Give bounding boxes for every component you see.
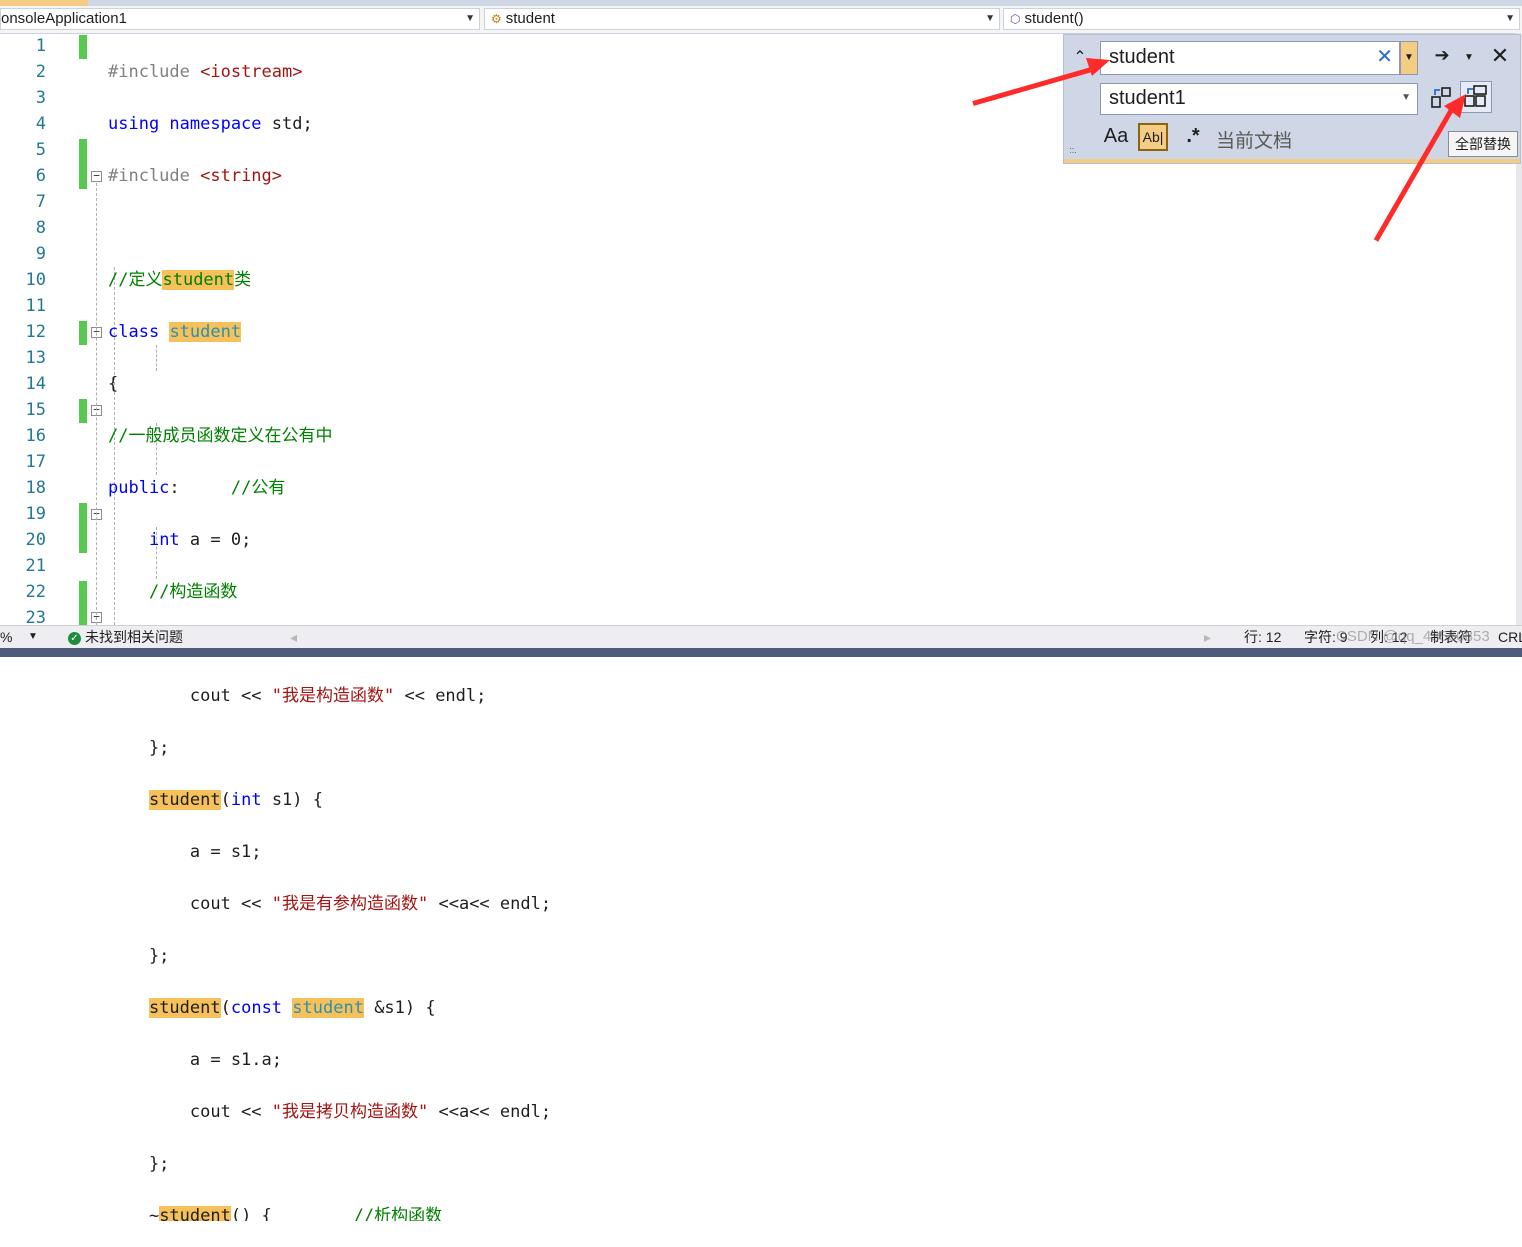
find-input-value: student	[1109, 46, 1175, 68]
code-line: //一般成员函数定义在公有中	[108, 426, 333, 446]
code-line: };	[108, 1154, 170, 1174]
clear-icon[interactable]: ✕	[1376, 42, 1393, 72]
match-case-toggle[interactable]: Aa	[1102, 125, 1130, 148]
zoom-level[interactable]: %	[0, 626, 12, 648]
change-indicator	[79, 503, 87, 553]
check-circle-icon: ✓	[68, 631, 81, 645]
line-number: 6	[35, 166, 46, 186]
code-line: student(int s1) {	[148, 790, 323, 810]
code-line: cout << "我是拷贝构造函数" <<a<< endl;	[108, 1102, 552, 1122]
line-number: 10	[25, 270, 46, 290]
line-number: 15	[25, 400, 46, 420]
line-number: 21	[25, 556, 46, 576]
line-number: 19	[25, 504, 46, 524]
code-line: a = s1;	[108, 842, 262, 862]
code-line: public: //公有	[108, 478, 286, 498]
issues-text: 未找到相关问题	[85, 629, 183, 645]
line-number: 14	[25, 374, 46, 394]
code-line: //定义student类	[108, 270, 252, 290]
replace-input-value: student1	[1109, 87, 1186, 109]
code-line: class student	[108, 322, 242, 342]
search-scope-selector[interactable]: 当前文档	[1216, 126, 1306, 153]
annotation-arrowhead	[1444, 94, 1466, 118]
code-line: #include <iostream>	[108, 62, 303, 82]
change-indicator	[79, 581, 87, 625]
resize-grip[interactable]: ::.	[1066, 145, 1080, 155]
line-number: 22	[25, 582, 46, 602]
regex-toggle[interactable]: .*	[1180, 125, 1206, 148]
code-line: cout << "我是有参构造函数" <<a<< endl;	[108, 894, 552, 914]
class-icon: ⚙	[491, 12, 502, 26]
line-number: 18	[25, 478, 46, 498]
line-number: 12	[25, 322, 46, 342]
line-number: 20	[25, 530, 46, 550]
chevron-down-icon: ▼	[465, 13, 475, 24]
member-scope-dropdown[interactable]: ⬡ student() ▼	[1003, 8, 1520, 30]
code-line: ~student() { //析构函数	[108, 1203, 551, 1221]
line-number: 7	[35, 192, 46, 212]
line-number: 5	[35, 140, 46, 160]
change-indicator	[79, 139, 87, 189]
code-line: using namespace std;	[108, 114, 313, 134]
code-line: cout << "我是构造函数" << endl;	[108, 686, 487, 706]
code-line: a = s1.a;	[108, 1050, 282, 1070]
code-line: student(const student &s1) {	[148, 998, 436, 1018]
find-options-chevron-icon[interactable]: ▼	[1460, 45, 1478, 71]
method-icon: ⬡	[1010, 12, 1021, 26]
chevron-down-icon[interactable]: ▼	[1401, 84, 1411, 112]
class-scope-dropdown[interactable]: ⚙ student ▼	[484, 8, 1000, 30]
line-number: 9	[35, 244, 46, 264]
annotation-arrowhead	[1086, 58, 1110, 76]
status-bar: % ▼ ✓ 未找到相关问题 ◂ ▸ 行: 12 字符: 9 列: 12 制表符 C…	[0, 625, 1522, 649]
line-number: 8	[35, 218, 46, 238]
window-bottom-bar	[0, 648, 1522, 657]
line-number: 11	[25, 296, 46, 316]
issues-indicator[interactable]: ✓ 未找到相关问题	[68, 626, 183, 648]
line-number: 23	[25, 608, 46, 625]
change-indicator	[79, 35, 87, 59]
project-dropdown-label: onsoleApplication1	[1, 10, 127, 27]
collapse-icon[interactable]: −	[91, 170, 102, 182]
find-history-dropdown[interactable]: ▼	[1400, 41, 1418, 75]
replace-input[interactable]: student1 ▼	[1100, 83, 1418, 115]
code-line: };	[108, 738, 170, 758]
chevron-down-icon[interactable]: ▼	[28, 626, 38, 648]
code-line: //构造函数	[148, 582, 238, 602]
change-indicator	[79, 399, 87, 423]
outline-guide	[96, 183, 97, 625]
line-number: 17	[25, 452, 46, 472]
line-number: 4	[35, 114, 46, 134]
line-number: 2	[35, 62, 46, 82]
navigation-bar: onsoleApplication1 ▼ ⚙ student ▼ ⬡ student…	[0, 6, 1522, 34]
class-scope-label: student	[505, 10, 555, 27]
project-dropdown[interactable]: onsoleApplication1 ▼	[0, 8, 480, 30]
change-indicator	[79, 321, 87, 345]
close-icon[interactable]: ✕	[1488, 43, 1512, 69]
code-line: #include <string>	[108, 166, 283, 186]
line-number: 16	[25, 426, 46, 446]
replace-all-tooltip: 全部替换	[1448, 131, 1518, 157]
code-line: {	[108, 374, 119, 394]
scroll-left-icon[interactable]: ◂	[290, 626, 297, 648]
panel-accent-line	[1064, 159, 1520, 163]
member-scope-label: student()	[1024, 10, 1084, 27]
chevron-down-icon: ▼	[985, 13, 995, 24]
chevron-down-icon: ▼	[1505, 13, 1515, 24]
scroll-right-icon[interactable]: ▸	[1204, 626, 1211, 648]
find-input[interactable]: student ✕	[1100, 41, 1400, 75]
code-line: int a = 0;	[148, 530, 252, 550]
line-number: 1	[35, 36, 46, 56]
line-position: 行: 12	[1244, 629, 1282, 645]
line-ending[interactable]: CRL	[1498, 626, 1522, 648]
whole-word-toggle[interactable]: Ab|	[1138, 123, 1168, 151]
watermark: CSDN @qq_43560853	[1336, 628, 1490, 645]
find-next-arrow-icon[interactable]: ➔	[1430, 45, 1454, 66]
line-number: 13	[25, 348, 46, 368]
code-line: };	[108, 946, 170, 966]
line-number: 3	[35, 88, 46, 108]
